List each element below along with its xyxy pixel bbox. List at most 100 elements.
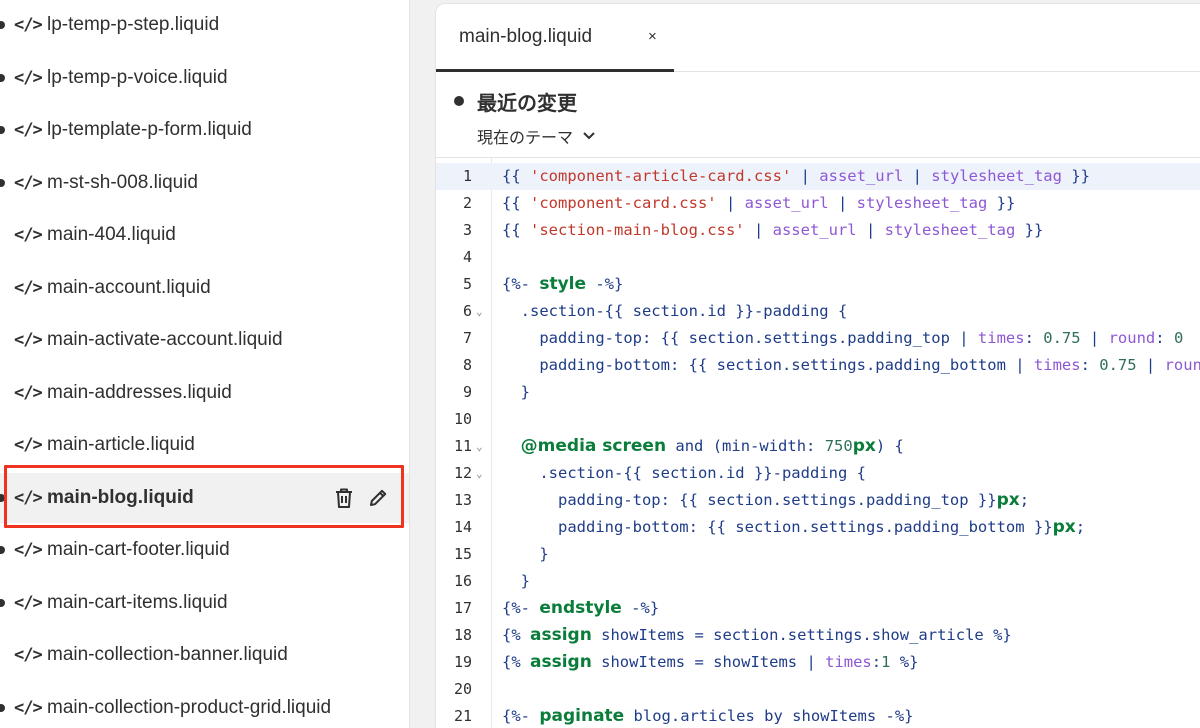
code-line[interactable]: 20 <box>436 676 1200 703</box>
file-item[interactable]: </> main-cart-footer.liquid <box>0 525 409 575</box>
file-name: main-activate-account.liquid <box>47 329 283 350</box>
code-line[interactable]: 1 {{ 'component-article-card.css' | asset… <box>436 163 1200 190</box>
code-token: } <box>502 383 530 401</box>
code-token: 0.75 <box>1043 329 1081 347</box>
code-line[interactable]: 7 padding-top: {{ section.settings.paddi… <box>436 325 1200 352</box>
code-token: stylesheet_tag <box>931 167 1062 185</box>
code-token: padding-top: {{ section.settings.padding… <box>502 329 978 347</box>
file-item[interactable]: </> main-collection-banner.liquid <box>0 630 409 680</box>
code-token: and (min-width: <box>666 437 825 455</box>
code-token: assign <box>530 652 592 672</box>
code-line[interactable]: 4 <box>436 244 1200 271</box>
code-text: {%- paginate blog.articles by showItems … <box>502 703 914 728</box>
file-name: m-st-sh-008.liquid <box>47 171 198 193</box>
code-line[interactable]: 15 } <box>436 541 1200 568</box>
code-text: padding-top: {{ section.settings.padding… <box>502 487 1029 514</box>
code-token: paginate <box>539 706 625 726</box>
code-line[interactable]: 11 ⌄ @media screen and (min-width: 750px)… <box>436 433 1200 460</box>
line-number: 9 <box>462 383 472 401</box>
code-text: @media screen and (min-width: 750px) { <box>502 433 904 460</box>
trash-icon[interactable] <box>334 487 354 509</box>
code-token: @media screen <box>520 436 667 456</box>
line-number: 17 <box>453 599 472 617</box>
line-number: 6 <box>462 302 472 320</box>
code-token: | <box>1136 356 1165 374</box>
close-icon[interactable]: × <box>648 28 657 45</box>
file-item[interactable]: </> main-activate-account.liquid <box>0 315 409 365</box>
file-name: main-addresses.liquid <box>47 381 232 403</box>
code-text: .section-{{ section.id }}-padding { <box>502 460 866 487</box>
file-item[interactable]: </> lp-temp-p-step.liquid <box>0 0 409 50</box>
code-line[interactable]: 8 padding-bottom: {{ section.settings.pa… <box>436 352 1200 379</box>
code-line[interactable]: 12 ⌄ .section-{{ section.id }}-padding { <box>436 460 1200 487</box>
code-line[interactable]: 13 padding-top: {{ section.settings.padd… <box>436 487 1200 514</box>
file-item[interactable]: </> lp-template-p-form.liquid <box>0 105 409 155</box>
code-file-icon: </> <box>14 330 43 350</box>
file-name: main-collection-product-grid.liquid <box>47 696 332 718</box>
code-token: asset_url <box>772 221 857 239</box>
code-line[interactable]: 21 {%- paginate blog.articles by showItem… <box>436 703 1200 728</box>
file-name: main-article.liquid <box>47 434 195 455</box>
code-file-icon: </> <box>14 15 43 35</box>
file-item[interactable]: </> main-blog.liquid <box>0 472 409 523</box>
modified-dot-icon <box>0 73 5 82</box>
line-number: 12 <box>453 464 472 482</box>
file-name: main-collection-banner.liquid <box>47 644 288 665</box>
code-token: 'component-article-card.css' <box>530 167 792 185</box>
code-text: } <box>502 568 530 595</box>
code-line[interactable]: 16 } <box>436 568 1200 595</box>
file-item[interactable]: </> lp-temp-p-voice.liquid <box>0 53 409 103</box>
code-line[interactable]: 9 } <box>436 379 1200 406</box>
code-text: {%- endstyle -%} <box>502 595 659 622</box>
code-token: | <box>828 194 857 212</box>
code-token: : <box>871 653 882 671</box>
code-token: : <box>1024 329 1044 347</box>
file-sidebar: </> lp-temp-p-step.liquid </> lp-temp-p-voi… <box>0 0 410 728</box>
modified-dot-icon <box>0 703 5 712</box>
code-line[interactable]: 2 {{ 'component-card.css' | asset_url | s… <box>436 190 1200 217</box>
code-token: padding-bottom: {{ section.settings.padd… <box>502 356 1034 374</box>
line-number: 20 <box>453 680 472 698</box>
code-token: 750 <box>824 437 853 455</box>
recent-changes-title: 最近の変更 <box>477 93 577 115</box>
code-text: padding-bottom: {{ section.settings.padd… <box>502 352 1200 379</box>
fold-chevron-icon[interactable]: ⌄ <box>476 433 483 460</box>
code-line[interactable]: 10 <box>436 406 1200 433</box>
code-token: endstyle <box>539 598 622 618</box>
theme-version-dropdown[interactable]: 現在のテーマ <box>477 124 595 148</box>
code-token: round <box>1164 356 1200 374</box>
code-text: } <box>502 541 548 568</box>
code-file-icon: </> <box>14 540 43 560</box>
code-line[interactable]: 14 padding-bottom: {{ section.settings.p… <box>436 514 1200 541</box>
code-file-icon: </> <box>14 697 43 718</box>
code-area[interactable]: 1 {{ 'component-article-card.css' | asset… <box>436 157 1200 728</box>
file-item[interactable]: </> main-account.liquid <box>0 263 409 313</box>
recent-changes-section: 最近の変更 現在のテーマ <box>436 72 1200 157</box>
pencil-icon[interactable] <box>368 488 388 508</box>
code-line[interactable]: 19 {% assign showItems = showItems | time… <box>436 649 1200 676</box>
code-file-icon: </> <box>14 592 43 613</box>
file-item[interactable]: </> main-article.liquid <box>0 420 409 470</box>
unsaved-dot-icon <box>454 96 464 106</box>
code-line[interactable]: 3 {{ 'section-main-blog.css' | asset_url … <box>436 217 1200 244</box>
code-token: {{ <box>502 167 530 185</box>
code-line[interactable]: 17 {%- endstyle -%} <box>436 595 1200 622</box>
code-line[interactable]: 5 {%- style -%} <box>436 271 1200 298</box>
file-item[interactable]: </> main-404.liquid <box>0 210 409 260</box>
fold-chevron-icon[interactable]: ⌄ <box>476 298 483 325</box>
code-token: times <box>1033 356 1081 374</box>
file-item[interactable]: </> main-cart-items.liquid <box>0 578 409 628</box>
code-line[interactable]: 18 {% assign showItems = section.settings… <box>436 622 1200 649</box>
file-item[interactable]: </> main-addresses.liquid <box>0 368 409 418</box>
line-number: 15 <box>453 545 472 563</box>
code-token: 0 <box>1173 329 1184 347</box>
file-item[interactable]: </> main-collection-product-grid.liquid <box>0 683 409 728</box>
file-item[interactable]: </> m-st-sh-008.liquid <box>0 158 409 208</box>
fold-chevron-icon[interactable]: ⌄ <box>476 460 483 487</box>
line-number: 16 <box>453 572 472 590</box>
code-token: {{ <box>502 194 530 212</box>
tab-main-blog[interactable]: main-blog.liquid × <box>436 4 674 72</box>
code-file-icon: </> <box>14 67 43 88</box>
code-text: {%- style -%} <box>502 271 623 298</box>
code-line[interactable]: 6 ⌄ .section-{{ section.id }}-padding { <box>436 298 1200 325</box>
